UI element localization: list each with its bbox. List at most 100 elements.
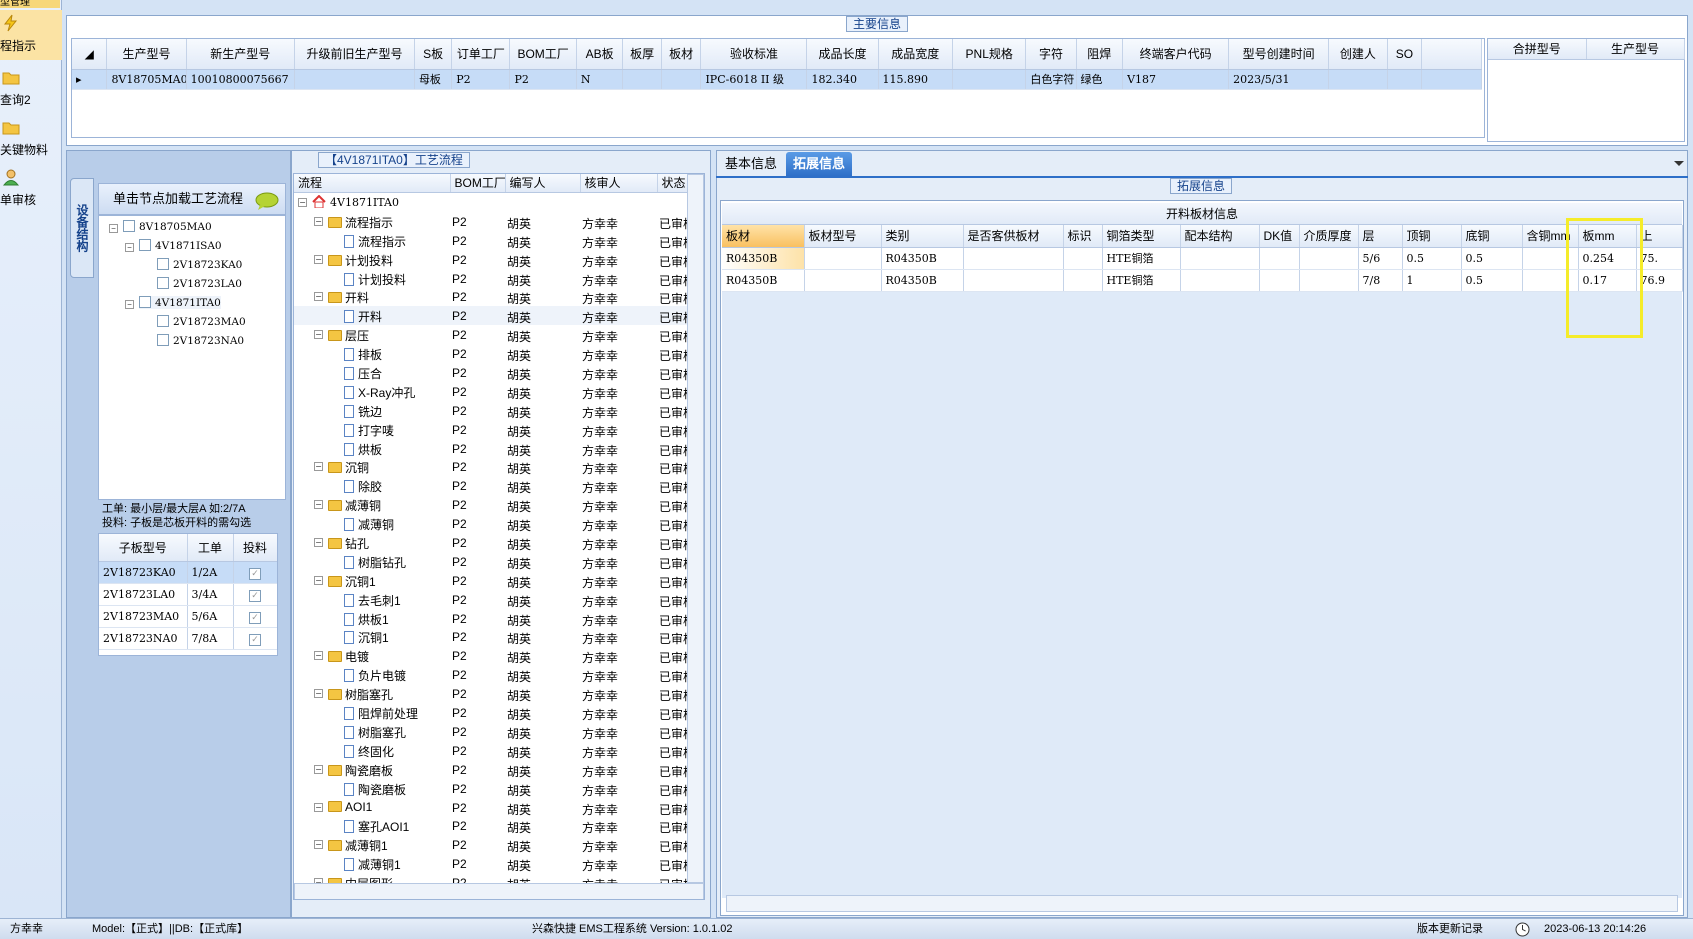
flow-cell[interactable]: 胡英 [507, 649, 577, 666]
flow-cell[interactable]: 胡英 [507, 819, 577, 836]
flow-cell[interactable]: 胡英 [507, 725, 577, 742]
cell[interactable] [294, 69, 415, 90]
checkbox[interactable] [139, 296, 151, 308]
col-header[interactable]: 编写人 [505, 174, 581, 193]
collapse-toggle[interactable]: − [125, 243, 134, 252]
flow-cell[interactable]: 已审核 [659, 649, 687, 666]
cell[interactable]: P2 [509, 69, 577, 90]
cell[interactable]: 1 [1402, 269, 1462, 292]
checkbox[interactable] [157, 334, 169, 346]
flow-cell[interactable]: 已审核 [659, 782, 687, 799]
flow-cell[interactable]: 胡英 [507, 498, 577, 515]
cell[interactable]: IPC-6018 II 级 [700, 69, 808, 90]
flow-cell[interactable]: 胡英 [507, 347, 577, 364]
flow-cell[interactable]: 胡英 [507, 555, 577, 572]
flow-cell[interactable]: 方幸幸 [582, 857, 652, 874]
col-header[interactable]: BOM工厂 [450, 174, 506, 193]
flow-cell[interactable]: 胡英 [507, 857, 577, 874]
col-header[interactable]: 板厚 [622, 39, 662, 70]
tree-node[interactable]: 8V18705MA0 [123, 220, 212, 233]
collapse-toggle[interactable]: − [125, 300, 134, 309]
flow-cell[interactable]: 胡英 [507, 517, 577, 534]
flow-cell[interactable]: 已审核 [659, 328, 687, 345]
cell[interactable] [1180, 269, 1260, 292]
flow-cell[interactable]: 胡英 [507, 423, 577, 440]
flow-cell[interactable]: 已审核 [659, 460, 687, 477]
flow-cell[interactable]: 已审核 [659, 290, 687, 307]
flow-cell[interactable]: 胡英 [507, 290, 577, 307]
col-header[interactable]: 终端客户代码 [1122, 39, 1230, 70]
cell[interactable]: R04350B [881, 269, 964, 292]
flow-cell[interactable]: 胡英 [507, 687, 577, 704]
flow-cell[interactable]: 方幸幸 [582, 725, 652, 742]
cell[interactable]: R04350B [722, 247, 805, 270]
flow-cell[interactable]: 胡英 [507, 744, 577, 761]
col-header[interactable]: 介质厚度 [1299, 225, 1359, 248]
collapse-toggle[interactable]: − [314, 462, 323, 472]
cell[interactable]: 绿色 [1076, 69, 1124, 90]
cell[interactable] [1180, 247, 1260, 270]
checkbox[interactable] [157, 258, 169, 270]
cell[interactable] [622, 69, 662, 90]
table-row[interactable]: R04350B R04350B HTE铜箔 5/6 0.5 0.5 0.254 … [722, 247, 1683, 270]
col-header[interactable]: 层 [1358, 225, 1403, 248]
cell[interactable]: 10010800075667 [186, 69, 295, 90]
collapse-toggle[interactable]: − [314, 575, 323, 585]
flow-cell[interactable]: 已审核 [659, 498, 687, 515]
cell[interactable]: 2V18723KA0 [99, 561, 188, 584]
flow-cell[interactable]: 胡英 [507, 763, 577, 780]
flow-cell[interactable]: 已审核 [659, 612, 687, 629]
col-header[interactable]: 顶铜 [1402, 225, 1462, 248]
feed-checkbox[interactable]: ✓ [233, 583, 277, 606]
cell[interactable]: 115.890 [878, 69, 954, 90]
flow-cell[interactable]: 方幸幸 [582, 838, 652, 855]
cell[interactable]: 2023/5/31 [1228, 69, 1330, 90]
col-header[interactable]: 创建人 [1328, 39, 1388, 70]
flow-cell[interactable]: 方幸幸 [582, 744, 652, 761]
flow-cell[interactable]: 胡英 [507, 385, 577, 402]
collapse-toggle[interactable]: − [314, 216, 323, 226]
flow-cell[interactable]: 胡英 [507, 272, 577, 289]
flow-cell[interactable]: 已审核 [659, 801, 687, 818]
collapse-toggle[interactable]: − [109, 224, 118, 233]
cell[interactable]: 182.340 [806, 69, 879, 90]
cell[interactable]: 7/8A [187, 627, 234, 650]
cell[interactable] [963, 247, 1064, 270]
col-header[interactable]: 类别 [881, 225, 964, 248]
flow-cell[interactable]: 胡英 [507, 309, 577, 326]
flow-cell[interactable]: 胡英 [507, 215, 577, 232]
cell[interactable]: R04350B [722, 269, 805, 292]
flow-cell[interactable]: 已审核 [659, 366, 687, 383]
flow-row[interactable]: 负片电镀P2胡英方幸幸已审核 [294, 665, 687, 684]
col-header[interactable]: 成品宽度 [878, 39, 954, 70]
tab-basic-info[interactable]: 基本信息 [718, 152, 784, 176]
flow-row[interactable]: −减薄铜P2胡英方幸幸已审核 [294, 495, 687, 514]
flow-cell[interactable]: 胡英 [507, 536, 577, 553]
flow-cell[interactable]: 胡英 [507, 479, 577, 496]
nav-item-key-material[interactable]: 关键物料 [0, 114, 62, 164]
flow-row[interactable]: 阻焊前处理P2胡英方幸幸已审核 [294, 703, 687, 722]
col-header[interactable]: 升级前旧生产型号 [294, 39, 415, 70]
checkbox[interactable] [123, 220, 135, 232]
flow-cell[interactable]: 胡英 [507, 253, 577, 270]
status-update-log[interactable]: 版本更新记录 [1417, 919, 1483, 939]
cell[interactable] [1063, 247, 1103, 270]
cell[interactable] [1328, 69, 1388, 90]
flow-cell[interactable]: 方幸幸 [582, 347, 652, 364]
col-header[interactable]: SO [1387, 39, 1423, 70]
flow-cell[interactable]: 胡英 [507, 404, 577, 421]
table-row[interactable]: 2V18723LA0 3/4A ✓ [99, 583, 277, 606]
flow-cell[interactable]: 已审核 [659, 385, 687, 402]
col-header[interactable]: 配本结构 [1180, 225, 1260, 248]
cell[interactable] [661, 69, 702, 90]
vertical-tab-structure[interactable]: 设备结构 [70, 178, 94, 278]
flow-cell[interactable]: 方幸幸 [582, 253, 652, 270]
cell[interactable]: N [576, 69, 624, 90]
nav-item-query2[interactable]: 查询2 [0, 64, 62, 114]
flow-cell[interactable]: 已审核 [659, 309, 687, 326]
feed-checkbox[interactable]: ✓ [233, 627, 277, 650]
flow-row[interactable]: 流程指示P2胡英方幸幸已审核 [294, 231, 687, 250]
cell[interactable]: 5/6 [1358, 247, 1403, 270]
flow-row[interactable]: −沉铜P2胡英方幸幸已审核 [294, 457, 687, 476]
flow-cell[interactable]: 方幸幸 [582, 687, 652, 704]
